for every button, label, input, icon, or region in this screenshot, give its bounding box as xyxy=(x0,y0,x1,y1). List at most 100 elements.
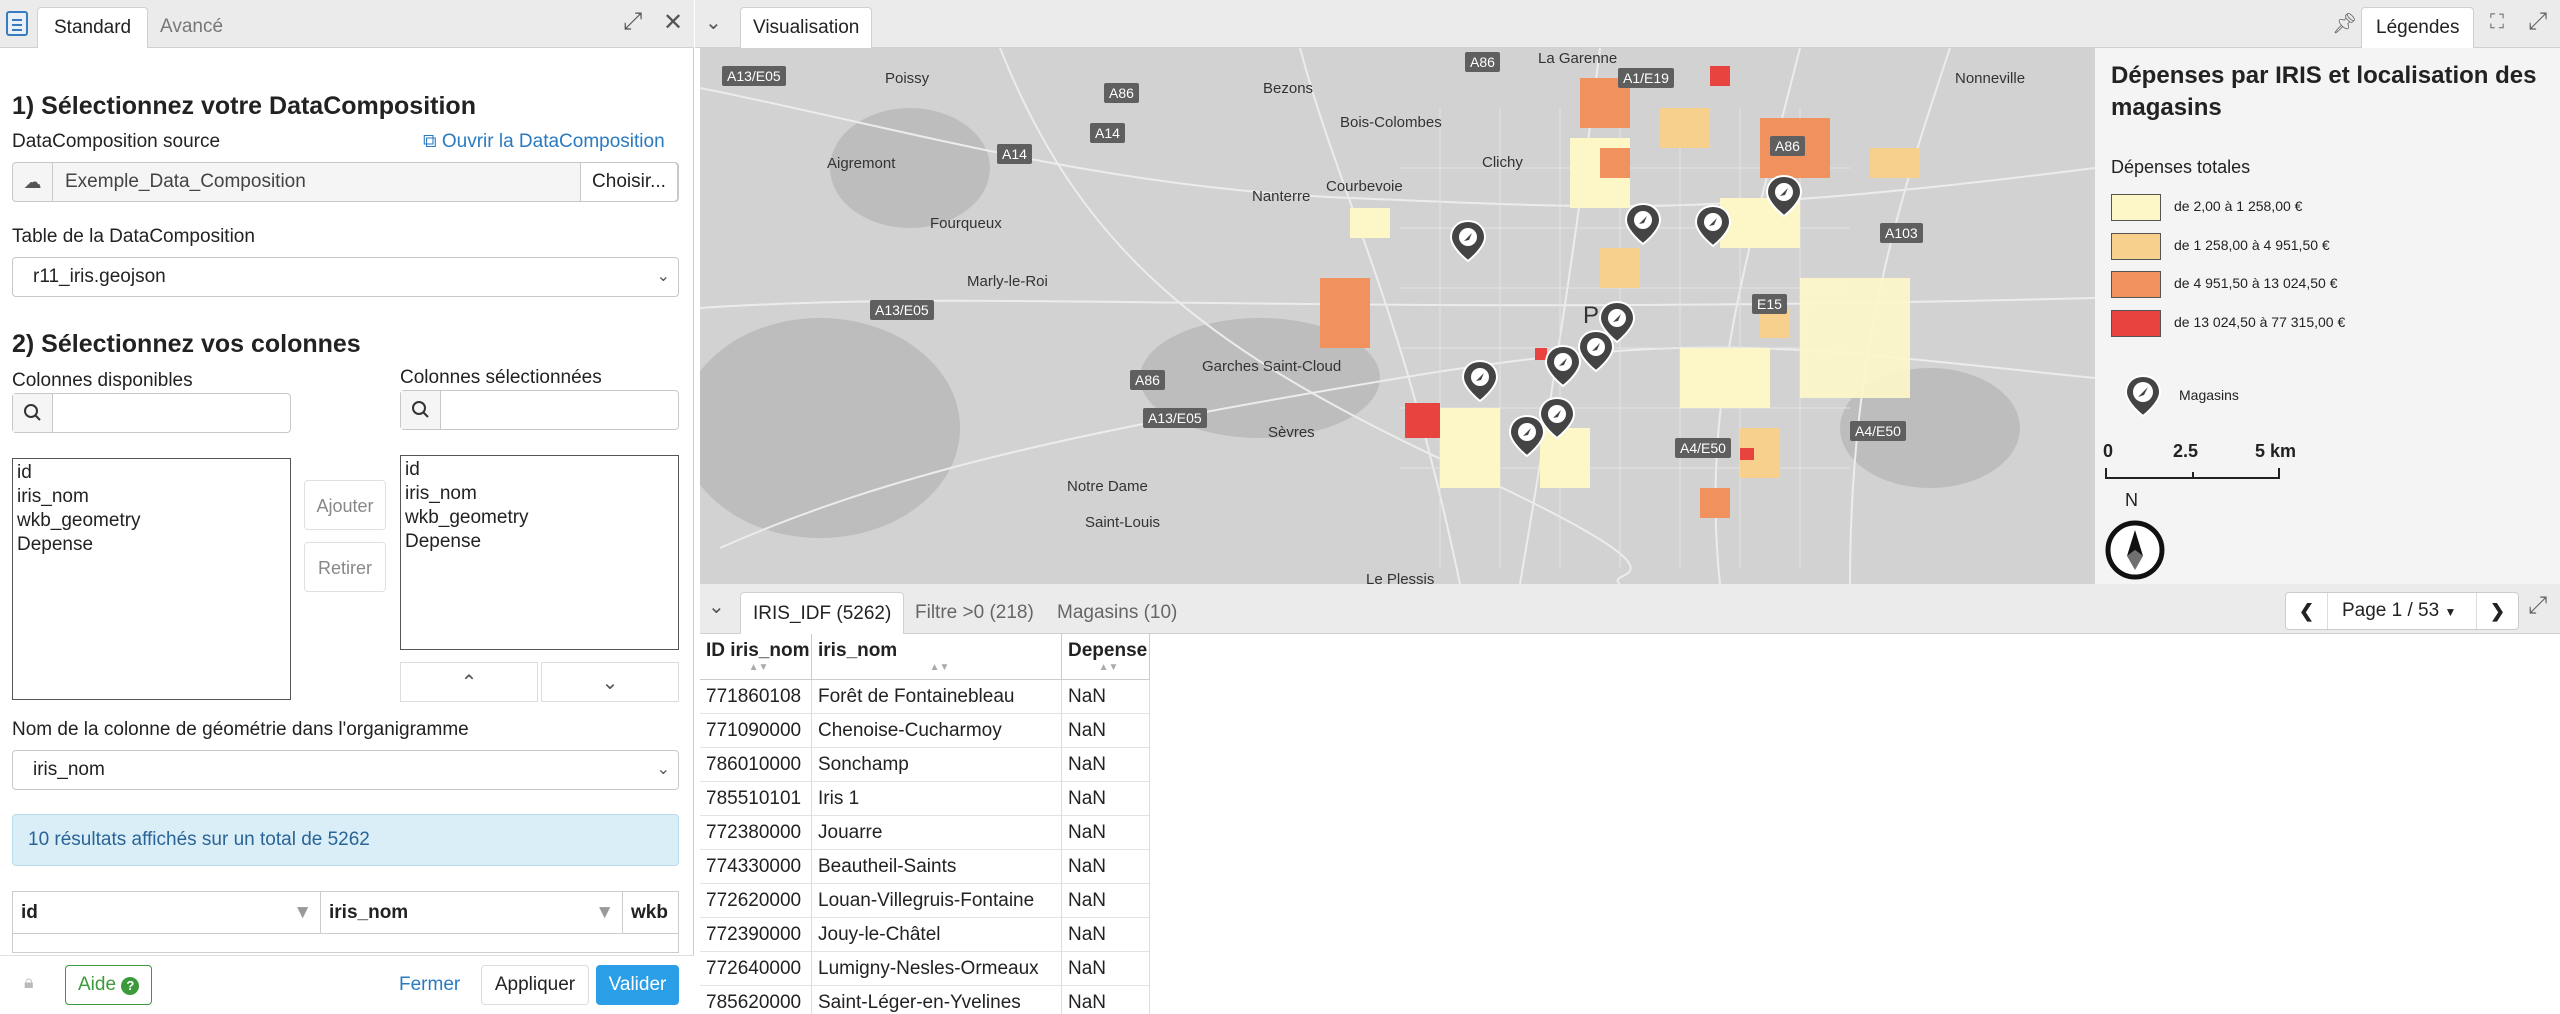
column-header[interactable]: Depense ▲▼ xyxy=(1062,634,1150,680)
table-cell: Beautheil-Saints xyxy=(812,850,1062,884)
road-label: A13/E05 xyxy=(722,66,786,86)
table-row[interactable]: 772620000 Louan-Villegruis-Fontaine NaN xyxy=(700,884,1150,918)
prev-page-button[interactable]: ❮ xyxy=(2286,593,2328,629)
tab-visualisation[interactable]: Visualisation xyxy=(740,7,873,48)
chevron-up-icon: ⌃ xyxy=(460,672,478,694)
column-header-label: id xyxy=(21,902,38,923)
list-item[interactable]: id xyxy=(405,458,674,482)
screenshot-icon[interactable]: ⛶ xyxy=(2490,11,2504,34)
table-select[interactable]: r11_iris.geojson ⌄ xyxy=(12,257,679,297)
table-label: Table de la DataComposition xyxy=(12,226,255,247)
legend-class-label: de 13 024,50 à 77 315,00 € xyxy=(2174,314,2346,330)
table-row[interactable]: 772380000 Jouarre NaN xyxy=(700,816,1150,850)
tab-standard[interactable]: Standard xyxy=(37,7,149,48)
place-label: Le Plessis xyxy=(1366,571,1435,584)
table-cell: NaN xyxy=(1062,680,1150,714)
pin-icon[interactable]: 📌︎ xyxy=(2332,11,2357,36)
selected-search[interactable] xyxy=(400,390,679,430)
add-button[interactable]: Ajouter xyxy=(304,480,386,530)
table-row[interactable]: 786010000 Sonchamp NaN xyxy=(700,748,1150,782)
help-button[interactable]: Aide ? xyxy=(65,965,153,1005)
apply-button[interactable]: Appliquer xyxy=(481,965,589,1005)
close-icon[interactable]: ✕ xyxy=(663,8,683,37)
table-row[interactable]: 774330000 Beautheil-Saints NaN xyxy=(700,850,1150,884)
filter-icon[interactable]: ▼ xyxy=(293,892,312,934)
validate-button[interactable]: Valider xyxy=(596,965,679,1005)
table-cell: Jouarre xyxy=(812,816,1062,850)
table-cell: Chenoise-Cucharmoy xyxy=(812,714,1062,748)
tab-iris-idf[interactable]: IRIS_IDF (5262) xyxy=(740,592,905,634)
table-row[interactable]: 771090000 Chenoise-Cucharmoy NaN xyxy=(700,714,1150,748)
chevron-down-icon: ⌄ xyxy=(656,268,670,285)
filter-icon[interactable]: ▼ xyxy=(595,892,614,934)
chevron-down-icon[interactable]: ⌄ xyxy=(705,10,722,35)
scale-label: 2.5 xyxy=(2173,441,2199,461)
column-header[interactable]: iris_nom ▲▼ xyxy=(812,634,1062,680)
table-cell: Sonchamp xyxy=(812,748,1062,782)
pagination: ❮ Page 1 / 53 ▼ ❯ xyxy=(2285,592,2519,630)
place-label: La Garenne xyxy=(1538,50,1618,67)
table-cell: 771090000 xyxy=(700,714,812,748)
open-link-label: Ouvrir la DataComposition xyxy=(441,131,665,152)
place-label: Garches Saint-Cloud xyxy=(1202,358,1342,375)
road-label: A4/E50 xyxy=(1675,438,1731,458)
map-view[interactable]: A13/E05 A14 A86 A1/E19 A86 A14 A13/E05 A… xyxy=(700,48,2095,584)
stores-legend-label: Magasins xyxy=(2179,387,2239,403)
expand-icon[interactable]: ⤢ xyxy=(623,8,642,36)
place-label: Aigremont xyxy=(827,155,896,172)
open-datacomposition-link[interactable]: ⧉ Ouvrir la DataComposition xyxy=(423,131,665,153)
road-label: A13/E05 xyxy=(870,300,934,320)
table-tab-bar: ⌄ IRIS_IDF (5262) Filtre >0 (218) Magasi… xyxy=(700,584,2560,634)
sort-icon: ▲▼ xyxy=(1098,662,1119,673)
list-item[interactable]: wkb_geometry xyxy=(405,506,674,530)
tab-magasins[interactable]: Magasins (10) xyxy=(1045,592,1189,634)
tab-filtre[interactable]: Filtre >0 (218) xyxy=(903,592,1046,634)
tab-legendes[interactable]: Légendes xyxy=(2361,7,2475,48)
chevron-down-icon[interactable]: ⌄ xyxy=(708,594,725,619)
next-page-button[interactable]: ❯ xyxy=(2476,593,2518,629)
column-header[interactable]: ID iris_nom ▲▼ xyxy=(700,634,812,680)
expand-icon[interactable]: ⤢ xyxy=(2528,8,2547,36)
search-icon xyxy=(13,394,53,432)
place-label: Saint-Louis xyxy=(1085,514,1161,531)
move-up-button[interactable]: ⌃ xyxy=(400,662,538,702)
place-label: Courbevoie xyxy=(1326,178,1403,195)
list-item[interactable]: wkb_geometry xyxy=(17,509,286,533)
table-row[interactable]: 785510101 Iris 1 NaN xyxy=(700,782,1150,816)
geometry-select[interactable]: iris_nom ⌄ xyxy=(12,750,679,790)
list-item[interactable]: Depense xyxy=(405,530,674,554)
list-item[interactable]: iris_nom xyxy=(17,485,286,509)
tab-avance[interactable]: Avancé xyxy=(144,7,239,48)
list-item[interactable]: Depense xyxy=(17,533,286,557)
table-cell: 786010000 xyxy=(700,748,812,782)
compass-icon xyxy=(2105,520,2165,580)
close-button[interactable]: Fermer xyxy=(399,965,460,1005)
page-selector[interactable]: Page 1 / 53 ▼ xyxy=(2342,593,2456,630)
table-cell: NaN xyxy=(1062,986,1150,1014)
sort-icon: ▲▼ xyxy=(748,662,769,673)
chevron-right-icon: ❯ xyxy=(2489,601,2506,621)
table-row[interactable]: 772640000 Lumigny-Nesles-Ormeaux NaN xyxy=(700,952,1150,986)
road-label: A4/E50 xyxy=(1850,421,1906,441)
list-item[interactable]: id xyxy=(17,461,286,485)
place-label: Bezons xyxy=(1263,80,1314,97)
available-search[interactable] xyxy=(12,393,291,433)
expand-icon[interactable]: ⤢ xyxy=(2528,592,2547,620)
table-row[interactable]: 772390000 Jouy-le-Châtel NaN xyxy=(700,918,1150,952)
search-icon xyxy=(401,391,441,429)
question-icon: ? xyxy=(121,977,140,995)
selected-columns-list[interactable]: id iris_nom wkb_geometry Depense xyxy=(400,455,679,650)
table-row[interactable]: 771860108 Forêt de Fontainebleau NaN xyxy=(700,680,1150,714)
move-down-button[interactable]: ⌄ xyxy=(541,662,679,702)
place-label: Fourqueux xyxy=(930,215,1002,232)
table-cell: NaN xyxy=(1062,850,1150,884)
choose-button[interactable]: Choisir... xyxy=(580,162,678,202)
table-row[interactable]: 785620000 Saint-Léger-en-Yvelines NaN xyxy=(700,986,1150,1014)
remove-button[interactable]: Retirer xyxy=(304,542,386,592)
list-item[interactable]: iris_nom xyxy=(405,482,674,506)
source-label: DataComposition source xyxy=(12,131,221,152)
available-columns-list[interactable]: id iris_nom wkb_geometry Depense xyxy=(12,458,291,700)
source-input-group: ☁ Exemple_Data_Composition Choisir... xyxy=(12,162,679,202)
place-label: Pa xyxy=(1583,302,1613,329)
legend-title: Dépenses par IRIS et localisation des ma… xyxy=(2111,62,2537,121)
